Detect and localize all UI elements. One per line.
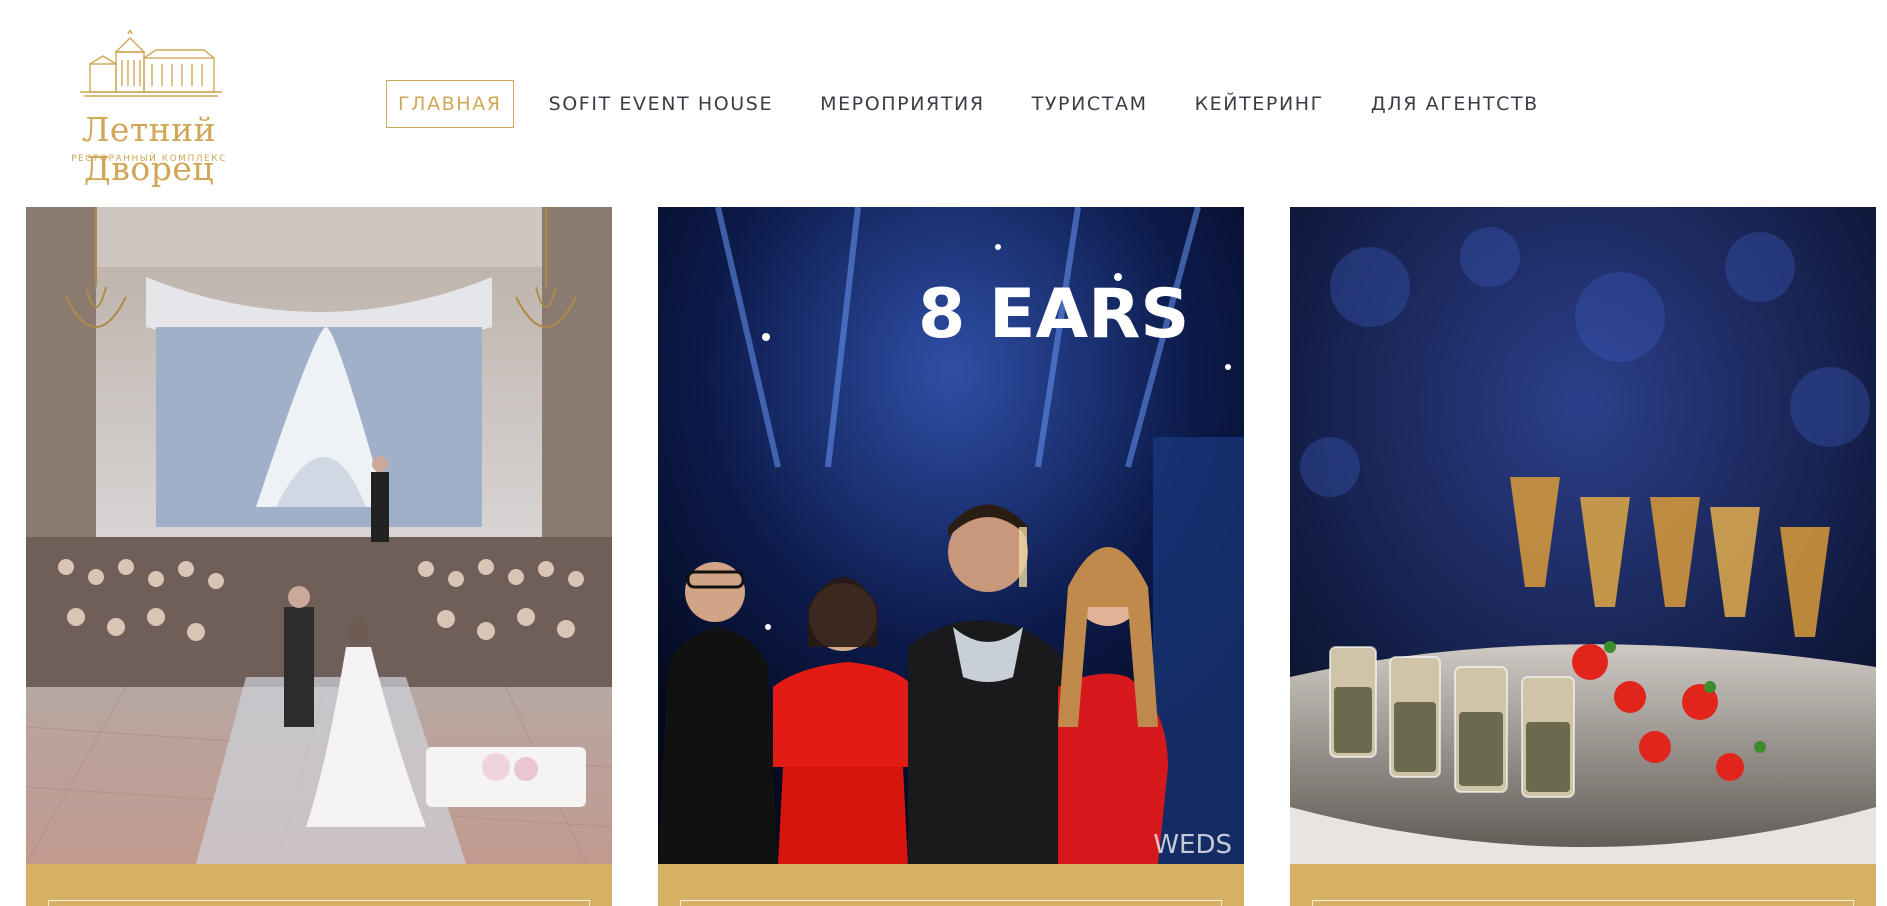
wedding-ceremony-photo xyxy=(26,207,612,864)
card-caption-band xyxy=(26,864,612,906)
card-caption-band xyxy=(1290,864,1876,906)
card-events[interactable]: 8 EARS WEDS xyxy=(658,207,1244,906)
logo-subtitle: РЕСТОРАННЫЙ КОМПЛЕКС xyxy=(71,154,227,164)
nav-item-catering[interactable]: КЕЙТЕРИНГ xyxy=(1183,80,1336,128)
nav-item-agencies[interactable]: ДЛЯ АГЕНТСТВ xyxy=(1359,80,1551,128)
nav-item-tourists[interactable]: ТУРИСТАМ xyxy=(1020,80,1160,128)
catering-appetizers-photo xyxy=(1290,207,1876,864)
card-caption-frame xyxy=(1312,900,1854,906)
card-caption-frame xyxy=(680,900,1222,906)
nav-item-sofit-event-house[interactable]: SOFIT EVENT HOUSE xyxy=(537,80,785,128)
logo[interactable]: Летний Дворец РЕСТОРАННЫЙ КОМПЛЕКС xyxy=(26,30,272,188)
logo-title: Летний Дворец xyxy=(81,110,217,188)
card-wedding[interactable] xyxy=(26,207,612,906)
card-catering[interactable] xyxy=(1290,207,1876,906)
nav-item-events[interactable]: МЕРОПРИЯТИЯ xyxy=(808,80,997,128)
stage-screen-text: 8 EARS xyxy=(918,275,1189,354)
card-caption-frame xyxy=(48,900,590,906)
palace-logo-icon xyxy=(80,30,222,97)
card-caption-band xyxy=(658,864,1244,906)
photo-watermark: WEDS xyxy=(1153,830,1232,860)
main-nav: ГЛАВНАЯ SOFIT EVENT HOUSE МЕРОПРИЯТИЯ ТУ… xyxy=(386,80,1574,128)
site-header: Летний Дворец РЕСТОРАННЫЙ КОМПЛЕКС ГЛАВН… xyxy=(0,0,1887,200)
event-guests-photo: 8 EARS WEDS xyxy=(658,207,1244,864)
nav-item-home[interactable]: ГЛАВНАЯ xyxy=(386,80,514,128)
